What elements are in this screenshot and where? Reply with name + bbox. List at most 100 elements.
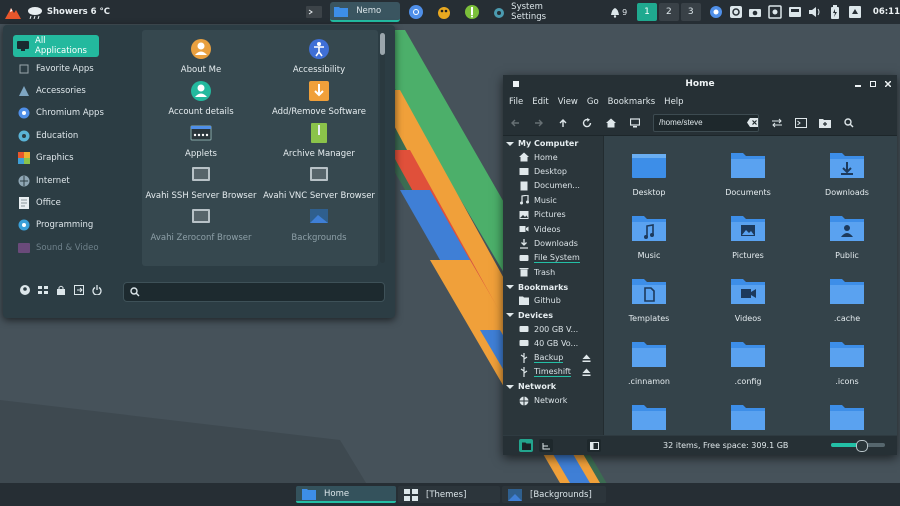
menu-search-input[interactable] bbox=[144, 286, 368, 298]
lock-screen-button[interactable] bbox=[55, 284, 67, 296]
zoom-slider[interactable] bbox=[831, 440, 885, 452]
app-account-details[interactable]: Account details bbox=[142, 80, 260, 117]
sidebar-item-backup[interactable]: Backup bbox=[503, 351, 603, 365]
category-office[interactable]: Office bbox=[13, 192, 141, 214]
menu-button[interactable] bbox=[0, 0, 26, 24]
logout-button[interactable] bbox=[73, 284, 85, 296]
open-terminal-button[interactable] bbox=[790, 113, 812, 133]
task-updater[interactable] bbox=[460, 2, 484, 22]
sidebar-item-40gb-volume[interactable]: 40 GB Vo... bbox=[503, 336, 603, 350]
title-bar[interactable]: Home bbox=[503, 75, 897, 93]
workspace-3[interactable]: 3 bbox=[680, 3, 701, 21]
tray-chromium[interactable] bbox=[708, 4, 724, 20]
file-item-pictures[interactable]: Pictures bbox=[703, 213, 793, 260]
category-programming[interactable]: Programming bbox=[13, 214, 141, 236]
menu-search-box[interactable] bbox=[123, 282, 385, 302]
sidebar-item-network[interactable]: Network bbox=[503, 393, 603, 407]
file-item-desktop[interactable]: Desktop bbox=[604, 150, 694, 197]
sidebar-heading-network[interactable]: Network bbox=[503, 380, 603, 393]
task-terminal[interactable] bbox=[302, 2, 326, 22]
workspace-2[interactable]: 2 bbox=[658, 3, 679, 21]
file-item-config[interactable]: .config bbox=[703, 339, 793, 386]
shutdown-button[interactable] bbox=[91, 284, 103, 296]
sidebar-item-videos[interactable]: Videos bbox=[503, 222, 603, 236]
clear-text-icon[interactable] bbox=[747, 118, 758, 127]
location-bar[interactable] bbox=[653, 113, 759, 132]
sidebar-item-pictures[interactable]: Pictures bbox=[503, 208, 603, 222]
sidebar-item-downloads[interactable]: Downloads bbox=[503, 236, 603, 250]
task-nemo[interactable]: Nemo bbox=[330, 2, 400, 22]
window-list-home[interactable]: Home bbox=[296, 486, 396, 503]
menu-edit[interactable]: Edit bbox=[532, 97, 548, 107]
eject-icon[interactable] bbox=[582, 354, 591, 363]
category-chromium-apps[interactable]: Chromium Apps bbox=[13, 102, 141, 124]
maximize-button[interactable] bbox=[868, 79, 877, 88]
menu-bookmarks[interactable]: Bookmarks bbox=[608, 97, 656, 107]
file-item-documents[interactable]: Documents bbox=[703, 150, 793, 197]
file-item-icons[interactable]: .icons bbox=[802, 339, 892, 386]
sidebar-item-200gb-volume[interactable]: 200 GB V... bbox=[503, 322, 603, 336]
show-treeview-button[interactable] bbox=[539, 439, 553, 452]
sidebar-item-documents[interactable]: Documen... bbox=[503, 179, 603, 193]
window-list-themes[interactable]: [Themes] bbox=[398, 486, 500, 503]
zoom-slider-handle[interactable] bbox=[855, 440, 868, 452]
category-education[interactable]: Education bbox=[13, 125, 141, 147]
app-list-scrollbar[interactable] bbox=[380, 33, 385, 263]
category-accessories[interactable]: Accessories bbox=[13, 80, 141, 102]
app-about-me[interactable]: About Me bbox=[142, 38, 260, 75]
file-item-cache[interactable]: .cache bbox=[802, 276, 892, 323]
menu-file[interactable]: File bbox=[509, 97, 523, 107]
sidebar-item-music[interactable]: Music bbox=[503, 193, 603, 207]
home-button[interactable] bbox=[600, 113, 622, 133]
app-avahi-ssh[interactable]: Avahi SSH Server Browser bbox=[142, 164, 260, 201]
file-item[interactable] bbox=[703, 402, 793, 435]
scrollbar-thumb[interactable] bbox=[380, 33, 385, 55]
app-backgrounds[interactable]: Backgrounds bbox=[260, 206, 378, 243]
category-internet[interactable]: Internet bbox=[13, 169, 141, 191]
location-input[interactable] bbox=[657, 117, 747, 128]
category-sound-video[interactable]: Sound & Video bbox=[13, 237, 141, 259]
forward-button[interactable] bbox=[528, 113, 550, 133]
app-add-remove-software[interactable]: Add/Remove Software bbox=[260, 80, 378, 117]
menu-view[interactable]: View bbox=[558, 97, 578, 107]
sidebar-item-file-system[interactable]: File System bbox=[503, 251, 603, 265]
app-avahi-zeroconf[interactable]: Avahi Zeroconf Browser bbox=[142, 206, 260, 243]
tray-display[interactable] bbox=[767, 4, 783, 20]
task-pidgin[interactable] bbox=[432, 2, 456, 22]
toggle-sidebar-button[interactable] bbox=[587, 439, 601, 452]
close-button[interactable] bbox=[883, 79, 892, 88]
user-button[interactable] bbox=[19, 284, 31, 296]
minimize-button[interactable] bbox=[853, 79, 862, 88]
workspace-1[interactable]: 1 bbox=[637, 3, 657, 21]
sidebar-item-trash[interactable]: Trash bbox=[503, 265, 603, 279]
tray-volume[interactable] bbox=[807, 4, 823, 20]
tray-sync[interactable] bbox=[728, 4, 744, 20]
tray-network[interactable] bbox=[847, 4, 863, 20]
sidebar-item-timeshift[interactable]: Timeshift bbox=[503, 365, 603, 379]
app-archive-manager[interactable]: Archive Manager bbox=[260, 122, 378, 159]
file-item[interactable] bbox=[604, 402, 694, 435]
switch-user-button[interactable] bbox=[37, 284, 49, 296]
search-button[interactable] bbox=[838, 113, 860, 133]
file-item-music[interactable]: Music bbox=[604, 213, 694, 260]
window-menu-button[interactable] bbox=[511, 79, 520, 88]
sidebar-heading-bookmarks[interactable]: Bookmarks bbox=[503, 281, 603, 294]
window-list-backgrounds[interactable]: [Backgrounds] bbox=[502, 486, 606, 503]
sidebar-item-home[interactable]: Home bbox=[503, 150, 603, 164]
tray-screenshot[interactable] bbox=[747, 4, 763, 20]
app-applets[interactable]: Applets bbox=[142, 122, 260, 159]
category-favorite-apps[interactable]: Favorite Apps bbox=[13, 57, 141, 79]
menu-help[interactable]: Help bbox=[664, 97, 683, 107]
task-chromium[interactable] bbox=[404, 2, 428, 22]
computer-button[interactable] bbox=[624, 113, 646, 133]
toggle-location-button[interactable] bbox=[766, 113, 788, 133]
app-accessibility[interactable]: Accessibility bbox=[260, 38, 378, 75]
new-folder-button[interactable] bbox=[814, 113, 836, 133]
file-item[interactable] bbox=[802, 402, 892, 435]
tray-removable[interactable] bbox=[787, 4, 803, 20]
file-item-videos[interactable]: Videos bbox=[703, 276, 793, 323]
up-button[interactable] bbox=[552, 113, 574, 133]
notifications-applet[interactable]: 9 bbox=[607, 4, 629, 20]
file-item-public[interactable]: Public bbox=[802, 213, 892, 260]
show-places-button[interactable] bbox=[519, 439, 533, 452]
